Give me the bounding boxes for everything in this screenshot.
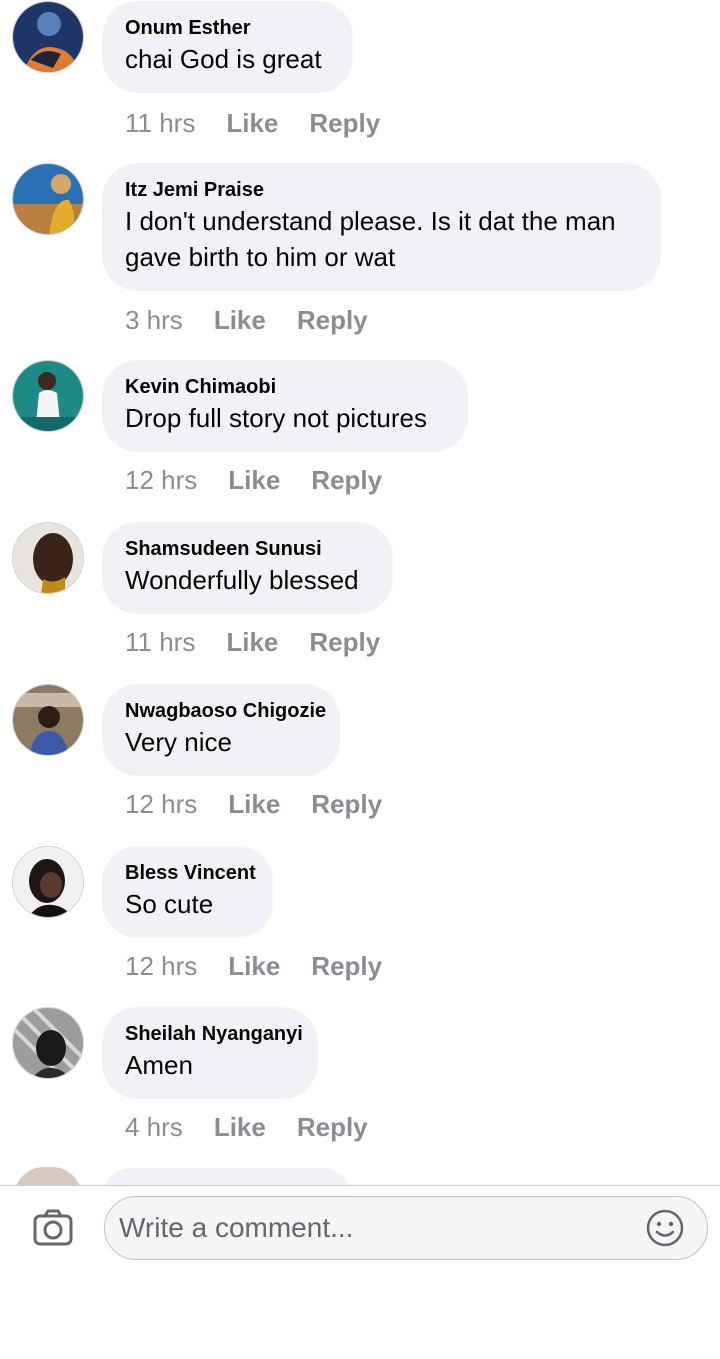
reply-button[interactable]: Reply <box>297 1112 368 1142</box>
like-button[interactable]: Like <box>226 627 278 657</box>
comment-author[interactable]: Bless Vincent <box>125 860 256 886</box>
reply-button[interactable]: Reply <box>311 789 382 819</box>
comment-time: 11 hrs <box>125 108 196 138</box>
comment-bubble: Nwagbaoso Chigozie Very nice <box>102 684 340 776</box>
comment-bubble: Kevin Chimaobi Drop full story not pictu… <box>102 360 468 452</box>
comment-author[interactable]: Itz Jemi Praise <box>125 177 637 203</box>
comment-time: 3 hrs <box>125 305 183 335</box>
comment-text: chai God is great <box>125 44 322 74</box>
comment-actions: 11 hrs Like Reply <box>125 108 411 139</box>
reply-button[interactable]: Reply <box>309 108 380 138</box>
avatar[interactable] <box>12 846 84 918</box>
comment-feed: Onum Esther chai God is great 11 hrs Like… <box>0 0 720 1185</box>
avatar[interactable] <box>12 360 84 432</box>
comment-text: I don't understand please. Is it dat the… <box>125 206 616 272</box>
comment-text: Drop full story not pictures <box>125 403 428 433</box>
comment-time: 12 hrs <box>125 789 198 819</box>
reply-button[interactable]: Reply <box>309 627 380 657</box>
comment-actions: 11 hrs Like Reply <box>125 627 411 658</box>
avatar[interactable] <box>12 1007 84 1079</box>
comment-bubble-partial <box>102 1168 352 1185</box>
like-button[interactable]: Like <box>214 1112 266 1142</box>
reply-button[interactable]: Reply <box>297 305 368 335</box>
comment-bubble: Shamsudeen Sunusi Wonderfully blessed <box>102 522 393 614</box>
comment-author[interactable]: Kevin Chimaobi <box>125 374 444 400</box>
comment-actions: 4 hrs Like Reply <box>125 1112 399 1143</box>
comment-author[interactable]: Sheilah Nyanganyi <box>125 1021 303 1047</box>
comment-text: Wonderfully blessed <box>125 565 359 595</box>
comment-input[interactable]: Write a comment... <box>104 1196 708 1260</box>
comment-author[interactable]: Nwagbaoso Chigozie <box>125 698 326 724</box>
reply-button[interactable]: Reply <box>311 465 382 495</box>
comment-actions: 3 hrs Like Reply <box>125 305 399 336</box>
comment-composer: Write a comment... <box>0 1185 720 1359</box>
comment-author[interactable]: Onum Esther <box>125 15 329 41</box>
comment-time: 12 hrs <box>125 465 198 495</box>
reply-button[interactable]: Reply <box>311 951 382 981</box>
comment-text: So cute <box>125 889 214 919</box>
comment-author[interactable]: Shamsudeen Sunusi <box>125 536 369 562</box>
avatar[interactable] <box>12 163 84 235</box>
like-button[interactable]: Like <box>228 951 280 981</box>
avatar[interactable] <box>12 522 84 594</box>
comment-bubble: Itz Jemi Praise I don't understand pleas… <box>102 163 661 291</box>
comment-bubble: Bless Vincent So cute <box>102 846 273 938</box>
comment-input-placeholder: Write a comment... <box>119 1212 354 1243</box>
like-button[interactable]: Like <box>228 789 280 819</box>
avatar[interactable] <box>12 684 84 756</box>
comment-text: Amen <box>125 1050 193 1080</box>
comment-bubble: Sheilah Nyanganyi Amen <box>102 1007 318 1099</box>
comment-time: 4 hrs <box>125 1112 183 1142</box>
comment-bubble: Onum Esther chai God is great <box>102 1 353 93</box>
comment-time: 11 hrs <box>125 627 196 657</box>
comment-actions: 12 hrs Like Reply <box>125 789 413 820</box>
camera-icon[interactable] <box>33 1208 73 1246</box>
comment-actions: 12 hrs Like Reply <box>125 465 413 496</box>
emoji-smiley-icon[interactable] <box>645 1208 685 1248</box>
avatar[interactable] <box>12 1 84 73</box>
like-button[interactable]: Like <box>214 305 266 335</box>
comment-actions: 12 hrs Like Reply <box>125 951 413 982</box>
avatar-partial[interactable] <box>14 1167 82 1185</box>
comment-time: 12 hrs <box>125 951 198 981</box>
like-button[interactable]: Like <box>228 465 280 495</box>
comment-text: Very nice <box>125 727 232 757</box>
like-button[interactable]: Like <box>226 108 278 138</box>
